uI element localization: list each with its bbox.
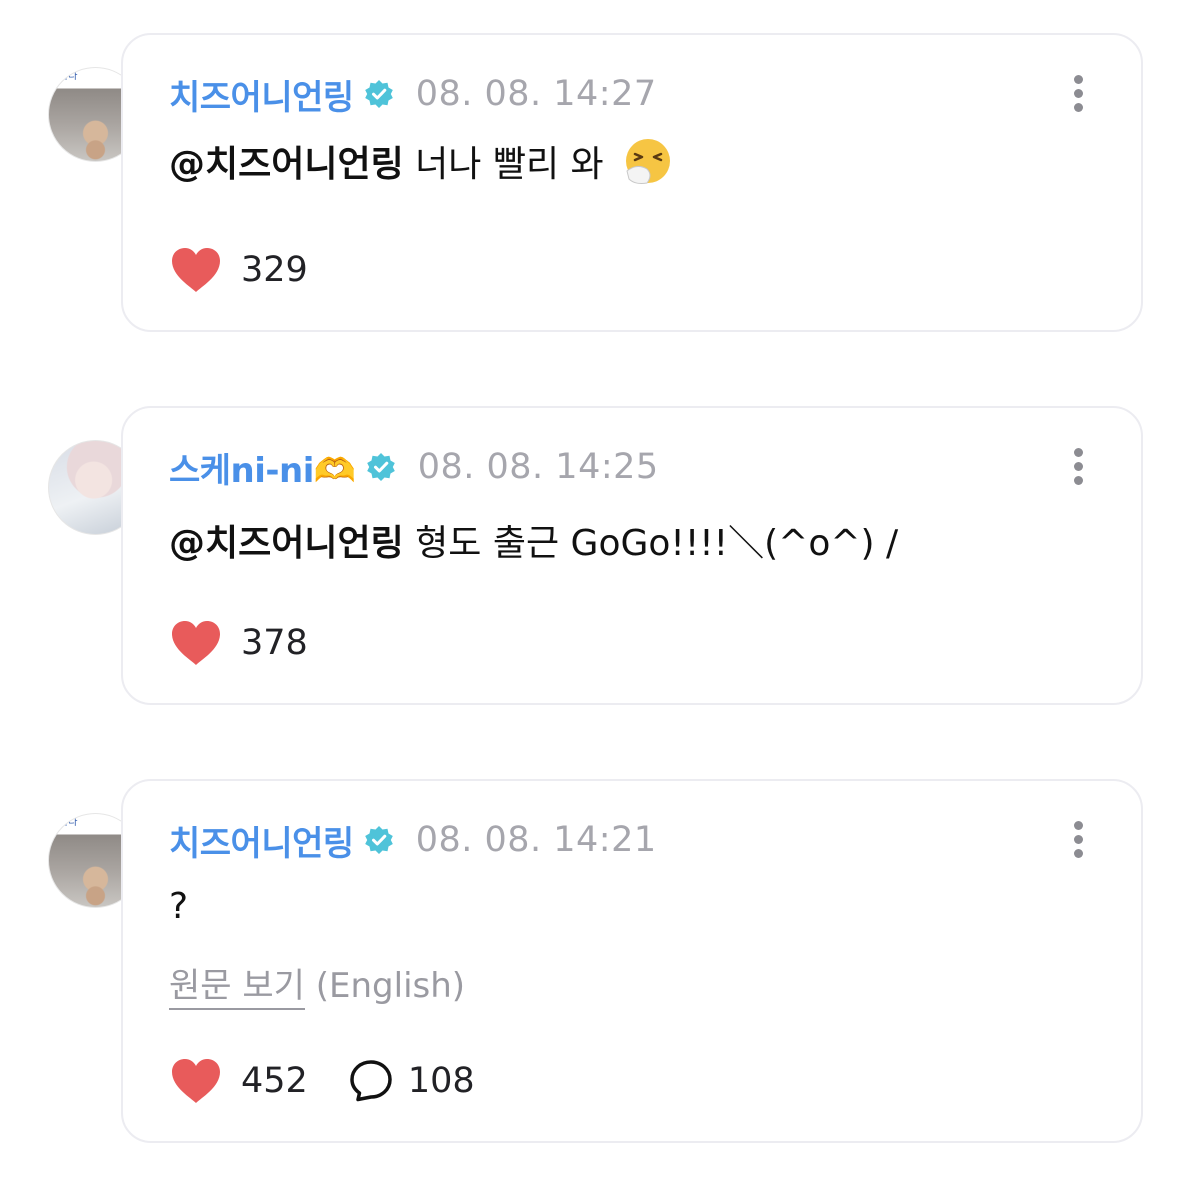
timestamp: 08. 08. 14:25: [417, 447, 659, 487]
avatar-caption: 하다: [59, 71, 78, 82]
like-count: 378: [241, 623, 308, 663]
mention-link[interactable]: @치즈어니언링: [169, 523, 404, 564]
more-options-icon[interactable]: [1073, 448, 1083, 488]
comment-body: 형도 출근 GoGo!!!!＼(^o^) /: [403, 523, 899, 564]
comment-header: 치즈어니언링 08. 08. 14:21: [169, 816, 657, 865]
comment-card: 스케ni-ni🫶 08. 08. 14:25 @치즈어니언링 형도 출근 GoG…: [121, 406, 1143, 705]
like-count: 452: [241, 1061, 308, 1101]
comment-header: 치즈어니언링 08. 08. 14:27: [169, 70, 657, 119]
comment-text: @치즈어니언링 형도 출근 GoGo!!!!＼(^o^) /: [169, 514, 898, 566]
like-heart-icon[interactable]: [169, 619, 223, 667]
reply-bubble-icon[interactable]: [348, 1058, 394, 1104]
avatar-caption: 하다: [59, 817, 78, 828]
comment-stats: 452 108: [169, 1056, 515, 1106]
more-options-icon[interactable]: [1073, 75, 1083, 115]
author-name[interactable]: 치즈어니언링: [169, 70, 354, 119]
timestamp: 08. 08. 14:27: [415, 74, 657, 114]
like-count: 329: [241, 250, 308, 290]
like-heart-icon[interactable]: [169, 246, 223, 294]
comment-header: 스케ni-ni🫶 08. 08. 14:25: [169, 443, 659, 492]
view-original-link[interactable]: 원문 보기: [169, 966, 305, 1010]
comment-body: ?: [169, 886, 189, 927]
author-name[interactable]: 스케ni-ni🫶: [169, 443, 356, 492]
comment-card: 치즈어니언링 08. 08. 14:21 ? 원문 보기 (English) 4…: [121, 779, 1143, 1143]
verified-badge-icon: [364, 80, 393, 108]
reply-count: 108: [407, 1061, 475, 1101]
original-language: (English): [304, 966, 466, 1006]
sneezing-face-icon: [626, 139, 671, 184]
more-options-icon[interactable]: [1073, 821, 1083, 861]
author-name[interactable]: 치즈어니언링: [169, 816, 354, 865]
comment-text: @치즈어니언링 너나 빨리 와: [169, 135, 673, 191]
verified-badge-icon: [366, 453, 395, 481]
comment-card: 치즈어니언링 08. 08. 14:27 @치즈어니언링 너나 빨리 와 329: [121, 33, 1143, 332]
verified-badge-icon: [364, 826, 393, 854]
comment-stats: 329: [169, 245, 348, 295]
comment-stats: 378: [169, 618, 348, 668]
timestamp: 08. 08. 14:21: [415, 820, 657, 860]
comment-text: ?: [169, 886, 188, 927]
comment-body: 너나 빨리 와: [403, 144, 604, 185]
translation-toggle: 원문 보기 (English): [169, 958, 466, 1010]
mention-link[interactable]: @치즈어니언링: [169, 144, 404, 185]
like-heart-icon[interactable]: [169, 1057, 223, 1105]
